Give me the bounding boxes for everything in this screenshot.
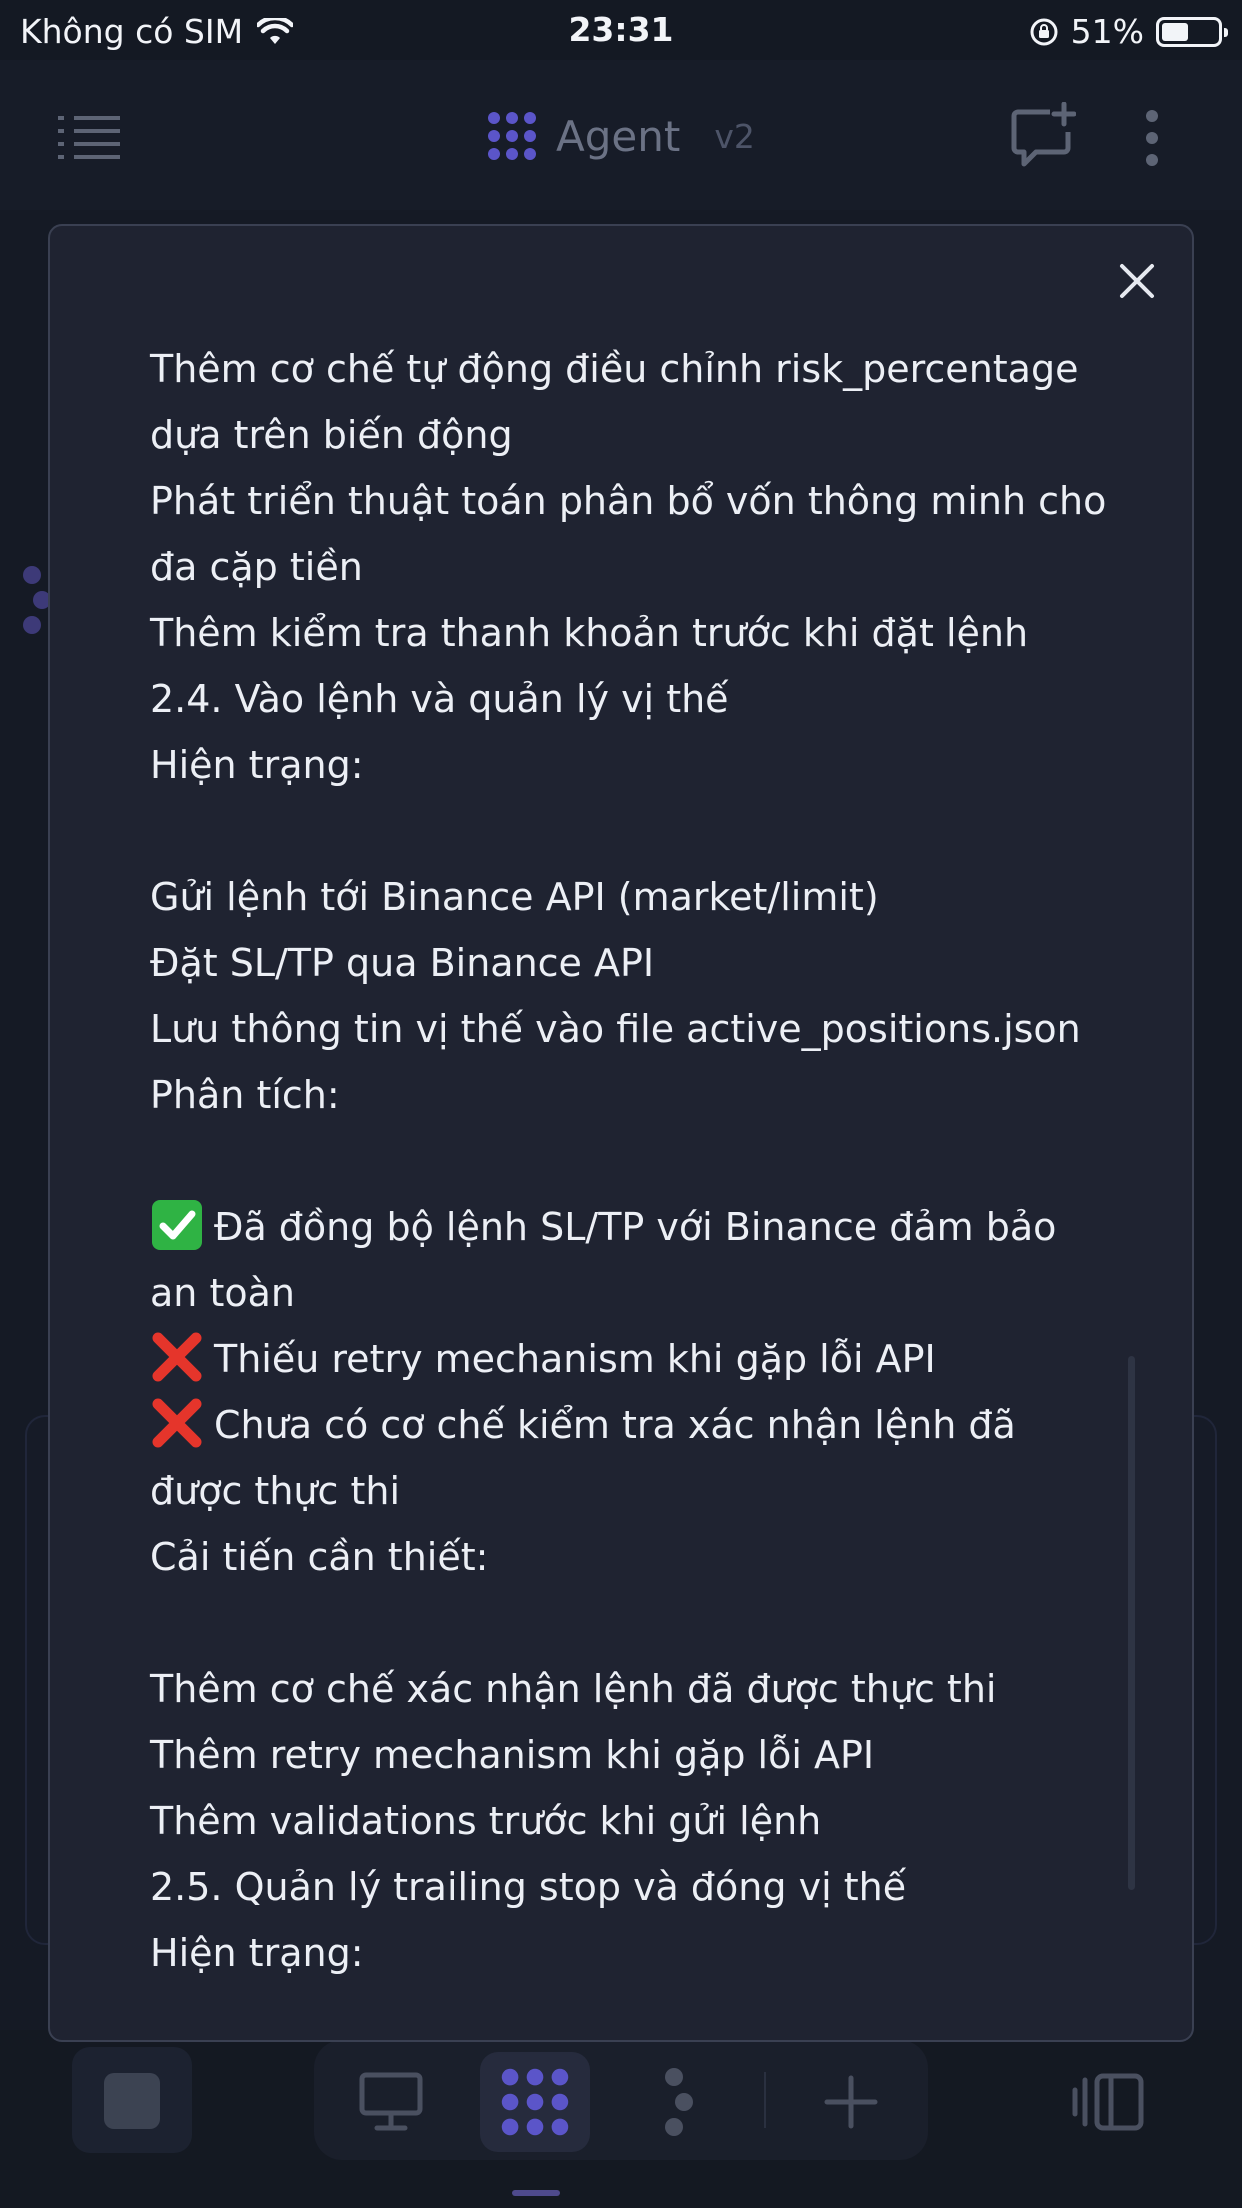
content-line: dựa trên biến động bbox=[150, 402, 1130, 468]
stop-button[interactable] bbox=[72, 2047, 192, 2153]
desktop-button[interactable] bbox=[336, 2052, 446, 2152]
home-indicator bbox=[512, 2190, 560, 2196]
content-line: Hiện trạng: bbox=[150, 732, 1130, 798]
modal-content: Thêm cơ chế tự động điều chỉnh risk_perc… bbox=[150, 336, 1130, 2016]
line-text: Đặt SL/TP qua Binance API bbox=[150, 941, 655, 985]
content-line: Thêm retry mechanism khi gặp lỗi API bbox=[150, 1722, 1130, 1788]
battery-percent: 51% bbox=[1070, 12, 1144, 51]
agent-logo-icon bbox=[488, 112, 536, 160]
content-line: an toàn bbox=[150, 1260, 1130, 1326]
line-text: 2.5. Quản lý trailing stop và đóng vị th… bbox=[150, 1865, 907, 1909]
plus-icon bbox=[824, 2075, 878, 2129]
status-bar: Không có SIM 23:31 51% bbox=[0, 0, 1242, 60]
cross-mark-icon bbox=[152, 1332, 202, 1382]
split-view-icon bbox=[1072, 2073, 1144, 2131]
line-text: Thêm kiểm tra thanh khoản trước khi đặt … bbox=[150, 611, 1029, 655]
branch-button[interactable] bbox=[624, 2052, 734, 2152]
line-text: 2.4. Vào lệnh và quản lý vị thế bbox=[150, 677, 729, 721]
content-line: Phát triển thuật toán phân bổ vốn thông … bbox=[150, 468, 1130, 534]
toolbar-divider bbox=[764, 2072, 766, 2128]
content-line: Đã đồng bộ lệnh SL/TP với Binance đảm bả… bbox=[150, 1194, 1130, 1260]
line-text: Thêm retry mechanism khi gặp lỗi API bbox=[150, 1733, 875, 1777]
menu-icon[interactable] bbox=[58, 116, 120, 160]
screen: Không có SIM 23:31 51% Agent v2 Thêm cơ … bbox=[0, 0, 1242, 2208]
line-text: Chưa có cơ chế kiểm tra xác nhận lệnh đã bbox=[214, 1403, 1016, 1447]
line-text: Lưu thông tin vị thế vào file active_pos… bbox=[150, 1007, 1081, 1051]
content-line: Thêm cơ chế xác nhận lệnh đã được thực t… bbox=[150, 1656, 1130, 1722]
check-mark-icon bbox=[152, 1200, 202, 1250]
battery-icon bbox=[1156, 16, 1228, 47]
line-text: Thiếu retry mechanism khi gặp lỗi API bbox=[214, 1337, 936, 1381]
line-text: Thêm cơ chế tự động điều chỉnh risk_perc… bbox=[150, 347, 1079, 391]
content-line: Phân tích: bbox=[150, 1062, 1130, 1128]
content-line: Hiện trạng: bbox=[150, 1920, 1130, 1986]
app-brand: Agent v2 bbox=[486, 110, 755, 162]
line-text: Hiện trạng: bbox=[150, 743, 364, 787]
background-branch-icon bbox=[23, 566, 50, 634]
line-text: Cải tiến cần thiết: bbox=[150, 1535, 489, 1579]
rotation-lock-icon bbox=[1030, 18, 1058, 45]
cross-mark-icon bbox=[152, 1398, 202, 1448]
content-line: Lưu thông tin vị thế vào file active_pos… bbox=[150, 996, 1130, 1062]
content-line: Chưa có cơ chế kiểm tra xác nhận lệnh đã bbox=[150, 1392, 1130, 1458]
line-text: Hiện trạng: bbox=[150, 1931, 364, 1975]
line-text: Thêm cơ chế xác nhận lệnh đã được thực t… bbox=[150, 1667, 997, 1711]
line-text: được thực thi bbox=[150, 1469, 401, 1513]
content-line: đa cặp tiền bbox=[150, 534, 1130, 600]
content-line: Thêm cơ chế tự động điều chỉnh risk_perc… bbox=[150, 336, 1130, 402]
content-line: Cải tiến cần thiết: bbox=[150, 1524, 1130, 1590]
content-line: Thiếu retry mechanism khi gặp lỗi API bbox=[150, 1326, 1130, 1392]
agent-logo-icon bbox=[501, 2068, 569, 2136]
app-version: v2 bbox=[714, 116, 755, 156]
content-line: được thực thi bbox=[150, 1458, 1130, 1524]
add-button[interactable] bbox=[796, 2052, 906, 2152]
line-text: Phân tích: bbox=[150, 1073, 340, 1117]
close-icon[interactable] bbox=[1116, 260, 1158, 302]
agent-tab-button[interactable] bbox=[480, 2052, 590, 2152]
content-line: Thêm kiểm tra thanh khoản trước khi đặt … bbox=[150, 600, 1130, 666]
content-line: Đặt SL/TP qua Binance API bbox=[150, 930, 1130, 996]
line-text: dựa trên biến động bbox=[150, 413, 513, 457]
line-text: Thêm validations trước khi gửi lệnh bbox=[150, 1799, 822, 1843]
content-line: 2.5. Quản lý trailing stop và đóng vị th… bbox=[150, 1854, 1130, 1920]
split-view-button[interactable] bbox=[1054, 2052, 1164, 2152]
line-text: Phát triển thuật toán phân bổ vốn thông … bbox=[150, 479, 1107, 523]
more-vertical-icon[interactable] bbox=[1140, 108, 1164, 168]
app-bar: Agent v2 bbox=[0, 60, 1242, 210]
branch-icon bbox=[665, 2068, 693, 2136]
content-line: 2.4. Vào lệnh và quản lý vị thế bbox=[150, 666, 1130, 732]
line-text: an toàn bbox=[150, 1271, 295, 1315]
app-title: Agent bbox=[556, 111, 681, 161]
desktop-icon bbox=[359, 2072, 423, 2131]
stop-square-icon bbox=[104, 2073, 160, 2129]
new-chat-icon[interactable] bbox=[1010, 102, 1076, 168]
content-line: Gửi lệnh tới Binance API (market/limit) bbox=[150, 864, 1130, 930]
line-text: Gửi lệnh tới Binance API (market/limit) bbox=[150, 875, 879, 919]
line-text: đa cặp tiền bbox=[150, 545, 363, 589]
line-text: Đã đồng bộ lệnh SL/TP với Binance đảm bả… bbox=[214, 1205, 1057, 1249]
detail-modal: Thêm cơ chế tự động điều chỉnh risk_perc… bbox=[48, 224, 1194, 2042]
modal-scrollbar[interactable] bbox=[1128, 1356, 1135, 1890]
content-line: Thêm validations trước khi gửi lệnh bbox=[150, 1788, 1130, 1854]
